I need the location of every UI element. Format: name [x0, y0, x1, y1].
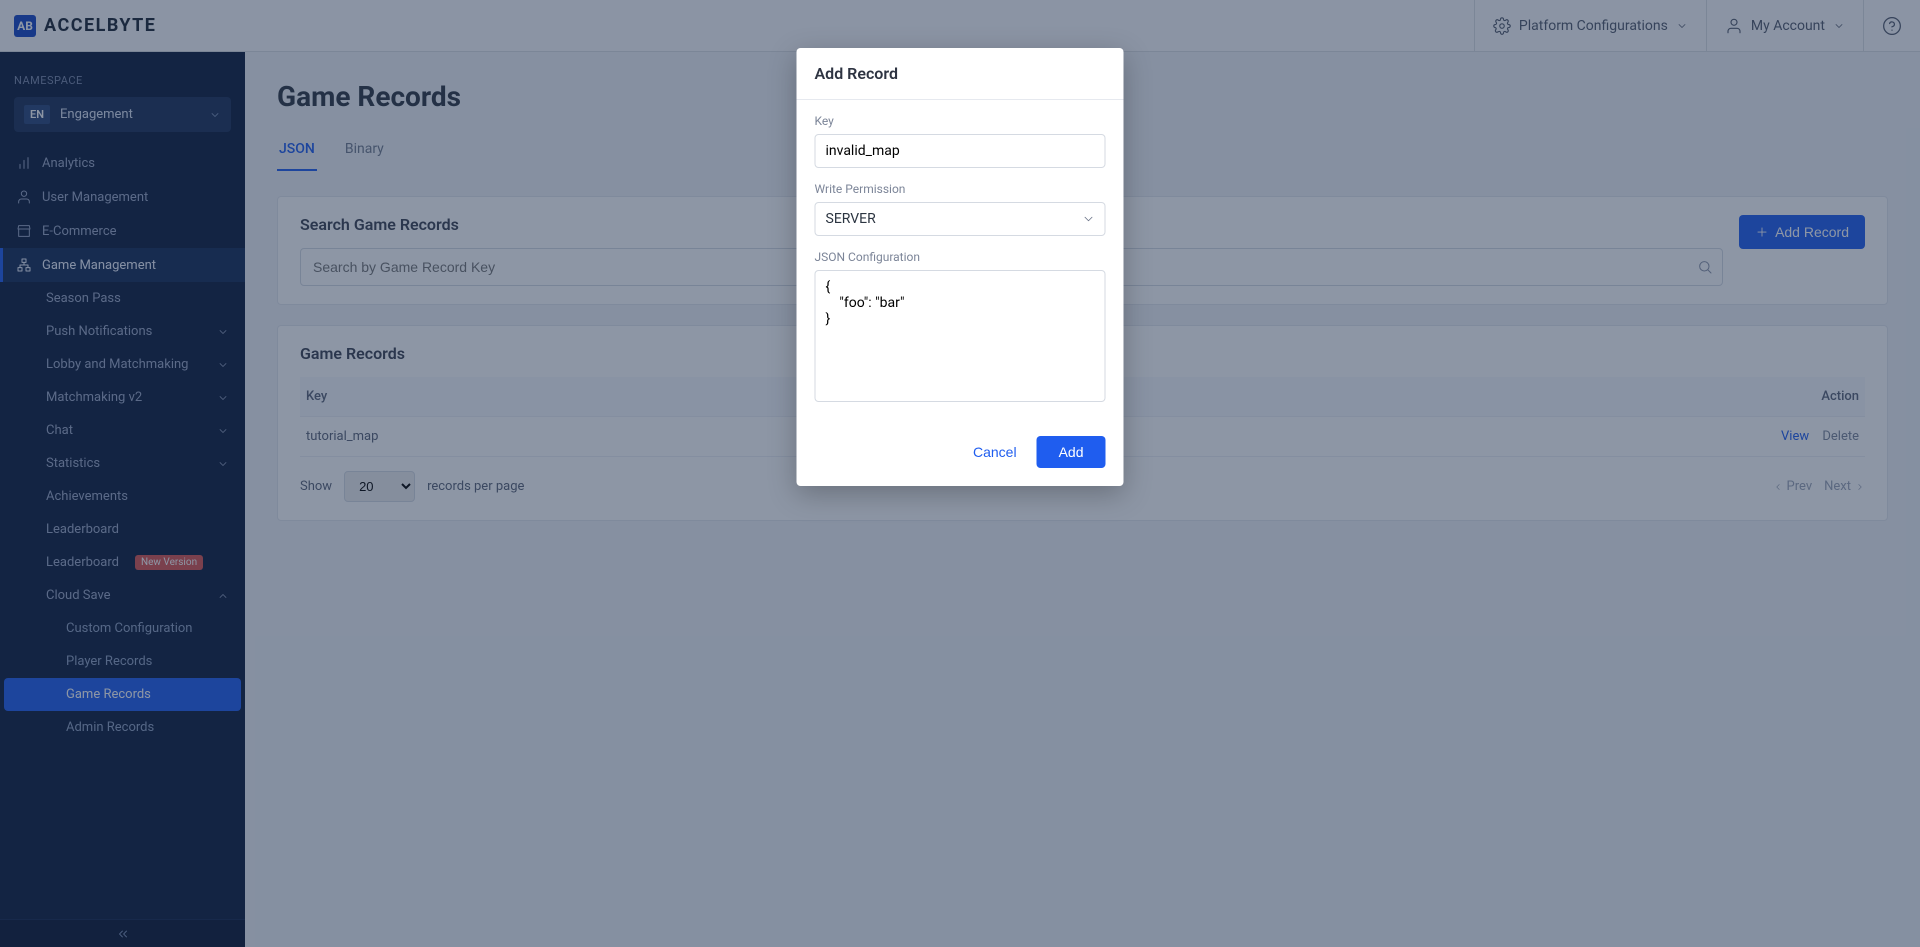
json-config-label: JSON Configuration: [815, 250, 1106, 264]
key-label: Key: [815, 114, 1106, 128]
json-config-textarea[interactable]: [815, 270, 1106, 402]
add-button[interactable]: Add: [1037, 436, 1106, 468]
key-input[interactable]: [815, 134, 1106, 168]
write-permission-label: Write Permission: [815, 182, 1106, 196]
write-permission-select[interactable]: SERVER: [815, 202, 1106, 236]
add-record-modal: Add Record Key Write Permission SERVER J…: [797, 48, 1124, 486]
modal-title: Add Record: [797, 48, 1124, 100]
cancel-button[interactable]: Cancel: [969, 436, 1021, 468]
